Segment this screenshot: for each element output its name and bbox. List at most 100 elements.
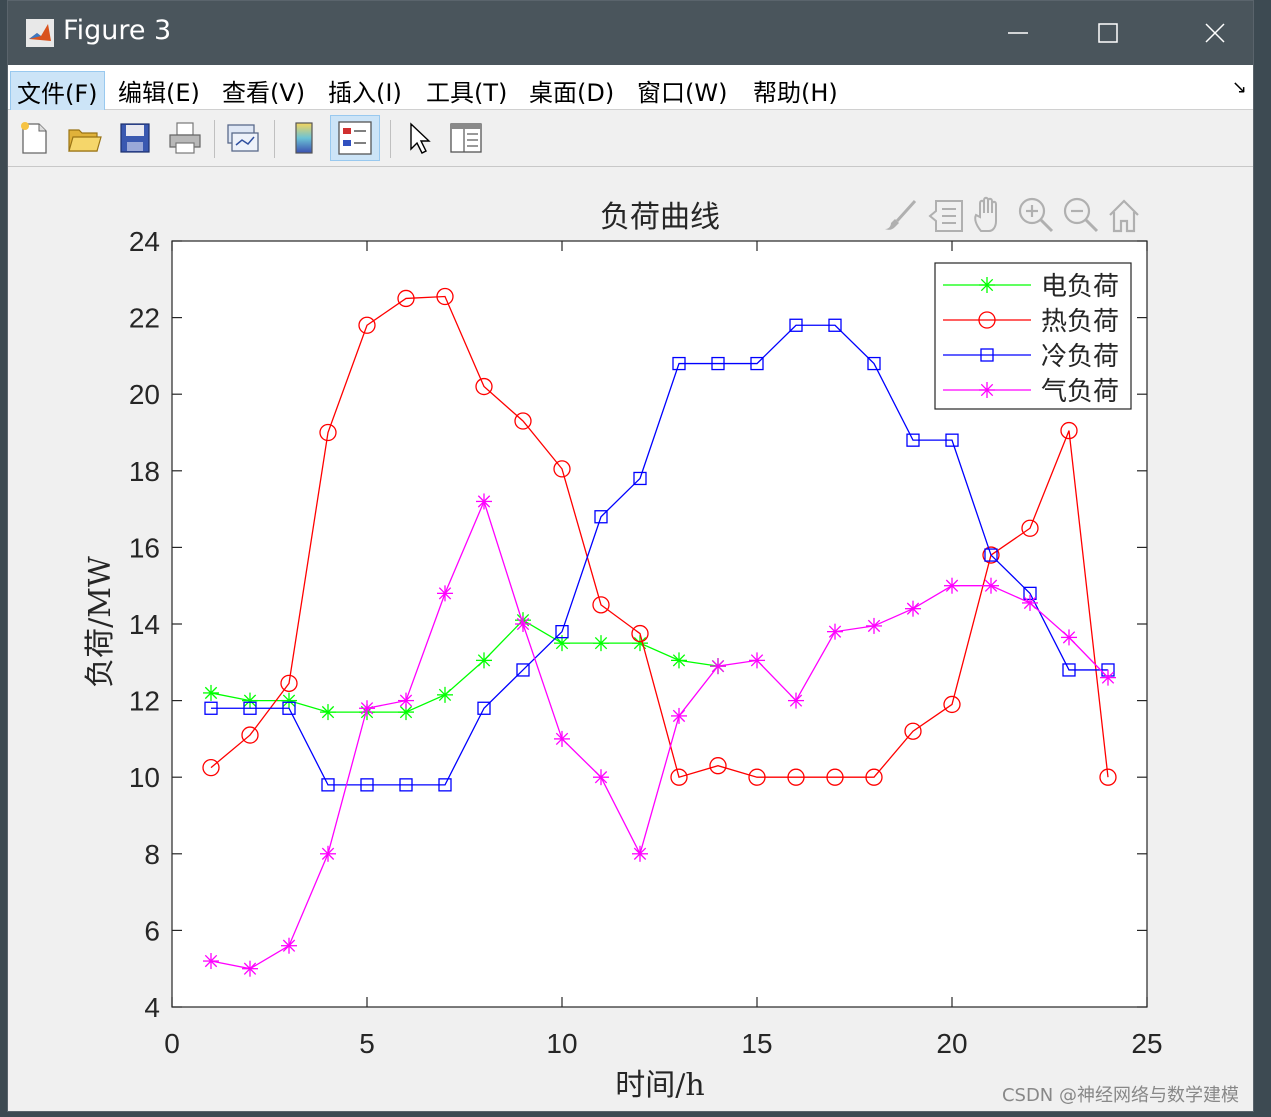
data-point — [320, 845, 336, 862]
data-point — [398, 692, 414, 709]
insert-colorbar-icon[interactable] — [284, 118, 324, 158]
x-tick-label: 25 — [1131, 1028, 1162, 1059]
data-point — [476, 652, 492, 669]
new-figure-icon[interactable] — [14, 118, 54, 158]
data-point — [671, 652, 687, 669]
legend-label: 冷负荷 — [1041, 342, 1119, 372]
data-point — [788, 692, 804, 709]
data-tip-icon[interactable] — [928, 200, 963, 232]
menu-window[interactable]: 窗口(W) — [631, 71, 733, 110]
menu-file[interactable]: 文件(F) — [10, 71, 105, 112]
y-tick-label: 14 — [129, 609, 160, 640]
zoom-out-icon[interactable] — [1063, 197, 1099, 233]
y-tick-label: 10 — [129, 762, 160, 793]
watermark-text: CSDN @神经网络与数学建模 — [1001, 1085, 1239, 1106]
data-point — [1022, 594, 1038, 611]
print-icon[interactable] — [165, 118, 205, 158]
legend[interactable]: 电负荷热负荷冷负荷气负荷 — [934, 262, 1132, 410]
data-point — [827, 623, 843, 640]
menu-edit[interactable]: 编辑(E) — [112, 71, 206, 110]
menu-bar: 文件(F) 编辑(E) 查看(V) 插入(I) 工具(T) 桌面(D) 窗口(W… — [8, 65, 1253, 112]
property-inspector-icon[interactable] — [446, 118, 486, 158]
data-point — [437, 585, 453, 602]
axes-toolbar — [885, 196, 1139, 233]
legend-label: 电负荷 — [1041, 272, 1119, 302]
data-point — [1100, 669, 1116, 686]
data-point — [359, 700, 375, 717]
menu-view[interactable]: 查看(V) — [216, 71, 311, 110]
matlab-icon — [26, 19, 54, 47]
data-point — [437, 686, 453, 703]
data-point — [905, 600, 921, 617]
data-point — [671, 707, 687, 724]
y-tick-label: 24 — [129, 226, 160, 257]
legend-label: 气负荷 — [1041, 377, 1119, 407]
close-button[interactable] — [1165, 1, 1265, 65]
title-bar[interactable]: Figure 3 — [8, 1, 1253, 65]
line-chart: 0 5 10 15 20 25 4 6 8 10 12 14 16 18 20 22 24 电负荷热负荷冷负荷气负… — [129, 226, 1163, 1059]
open-file-icon[interactable] — [64, 118, 104, 158]
legend-label: 热负荷 — [1041, 307, 1119, 337]
close-icon — [1205, 23, 1225, 43]
save-icon[interactable] — [115, 118, 155, 158]
insert-legend-icon — [338, 121, 372, 155]
data-point — [203, 953, 219, 970]
edit-plot-icon[interactable] — [398, 118, 438, 158]
maximize-icon — [1098, 23, 1118, 43]
x-tick-label: 0 — [164, 1028, 180, 1059]
insert-legend-button[interactable] — [330, 115, 380, 161]
chart-title: 负荷曲线 — [600, 200, 720, 235]
data-point — [320, 704, 336, 721]
maximize-button[interactable] — [1058, 1, 1158, 65]
data-point — [710, 658, 726, 675]
legend-marker — [979, 382, 995, 398]
data-point — [515, 616, 531, 632]
data-point — [632, 635, 648, 652]
home-icon[interactable] — [1109, 199, 1139, 233]
data-point — [1061, 629, 1077, 646]
figure-window: Figure 3 文件(F) 编辑(E) 查看(V) 插入(I) 工具(T) 桌… — [7, 0, 1254, 1112]
data-point — [203, 684, 219, 701]
data-point — [476, 493, 492, 510]
data-point — [242, 960, 258, 977]
menu-tools[interactable]: 工具(T) — [420, 71, 513, 110]
menu-desktop[interactable]: 桌面(D) — [523, 71, 620, 110]
x-tick-label: 10 — [546, 1028, 577, 1059]
data-point — [281, 937, 297, 954]
y-tick-label: 4 — [144, 992, 160, 1023]
menu-help[interactable]: 帮助(H) — [747, 71, 844, 110]
dock-arrow-icon[interactable]: ↘ — [1232, 77, 1247, 98]
data-point — [866, 617, 882, 634]
y-tick-label: 12 — [129, 686, 160, 717]
x-tick-label: 5 — [359, 1028, 375, 1059]
window-title: Figure 3 — [63, 15, 172, 46]
link-plot-icon[interactable] — [222, 118, 262, 158]
legend-marker — [979, 277, 995, 293]
toolbar-separator — [390, 120, 391, 158]
data-point — [749, 652, 765, 669]
toolbar-separator — [214, 120, 215, 158]
x-tick-label: 20 — [936, 1028, 967, 1059]
data-point — [593, 769, 609, 786]
minimize-button[interactable] — [968, 1, 1068, 65]
x-axis-label: 时间/h — [615, 1068, 704, 1103]
figure-toolbar — [8, 110, 1253, 167]
menu-insert[interactable]: 插入(I) — [322, 71, 408, 110]
minimize-icon — [1008, 32, 1028, 34]
pan-icon[interactable] — [974, 196, 997, 232]
toolbar-separator — [274, 120, 275, 158]
data-point — [632, 845, 648, 862]
y-tick-label: 16 — [129, 532, 160, 563]
data-point — [554, 730, 570, 747]
y-tick-label: 22 — [129, 303, 160, 334]
y-tick-label: 8 — [144, 839, 160, 870]
zoom-in-icon[interactable] — [1018, 197, 1054, 233]
y-tick-label: 20 — [129, 379, 160, 410]
data-point — [983, 577, 999, 594]
data-point — [944, 577, 960, 594]
data-point — [593, 635, 609, 652]
y-tick-label: 6 — [144, 915, 160, 946]
figure-canvas[interactable]: 0 5 10 15 20 25 4 6 8 10 12 14 16 18 20 22 24 电负荷热负荷冷负荷气负… — [8, 167, 1253, 1111]
y-tick-label: 18 — [129, 456, 160, 487]
brush-icon[interactable] — [885, 199, 917, 230]
